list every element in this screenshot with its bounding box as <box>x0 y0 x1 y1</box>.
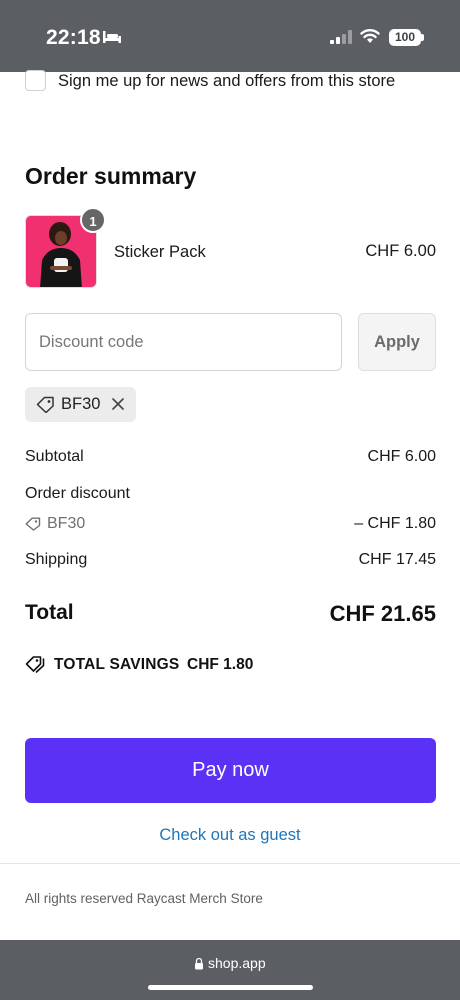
total-value: CHF 21.65 <box>329 601 436 626</box>
tag-icon <box>36 396 55 418</box>
sleep-mode-icon <box>102 30 122 49</box>
pay-now-button[interactable]: Pay now <box>25 738 436 803</box>
order-discount-label: Order discount <box>25 485 130 502</box>
battery-nub <box>421 34 424 41</box>
discount-value: – CHF 1.80 <box>354 515 436 532</box>
total-label: Total <box>25 601 74 624</box>
newsletter-checkbox[interactable] <box>25 70 46 91</box>
wifi-icon <box>360 28 380 49</box>
total-savings-value: CHF 1.80 <box>187 656 254 673</box>
remove-code-icon[interactable] <box>111 397 125 416</box>
footer-copyright: All rights reserved Raycast Merch Store <box>25 891 263 906</box>
browser-url[interactable]: shop.app <box>208 955 266 971</box>
status-time: 22:18 <box>46 26 101 49</box>
battery-indicator: 100 <box>389 29 421 46</box>
subtotal-value: CHF 6.00 <box>367 448 436 465</box>
product-name: Sticker Pack <box>114 243 206 261</box>
subtotal-label: Subtotal <box>25 448 84 465</box>
applied-discount-chip: BF30 <box>25 387 136 422</box>
quantity-badge: 1 <box>80 207 106 233</box>
newsletter-label: Sign me up for news and offers from this… <box>58 72 396 90</box>
total-savings-label: TOTAL SAVINGS <box>54 656 180 673</box>
discount-tag-icon <box>25 517 41 536</box>
shipping-label: Shipping <box>25 551 88 568</box>
home-indicator[interactable] <box>148 985 313 990</box>
discount-code-label: BF30 <box>47 515 86 532</box>
applied-code-label: BF30 <box>61 395 101 413</box>
apply-discount-button[interactable]: Apply <box>358 313 436 371</box>
status-bar: 22:18 100 <box>0 0 460 72</box>
cellular-signal-icon <box>330 30 352 49</box>
checkout-as-guest-link[interactable]: Check out as guest <box>0 826 460 845</box>
savings-tags-icon <box>25 655 47 678</box>
order-summary-title: Order summary <box>25 163 197 189</box>
shipping-value: CHF 17.45 <box>358 551 436 568</box>
lock-icon <box>194 957 204 975</box>
footer-divider <box>0 863 460 864</box>
product-price: CHF 6.00 <box>365 242 436 260</box>
discount-code-input[interactable] <box>25 313 342 371</box>
